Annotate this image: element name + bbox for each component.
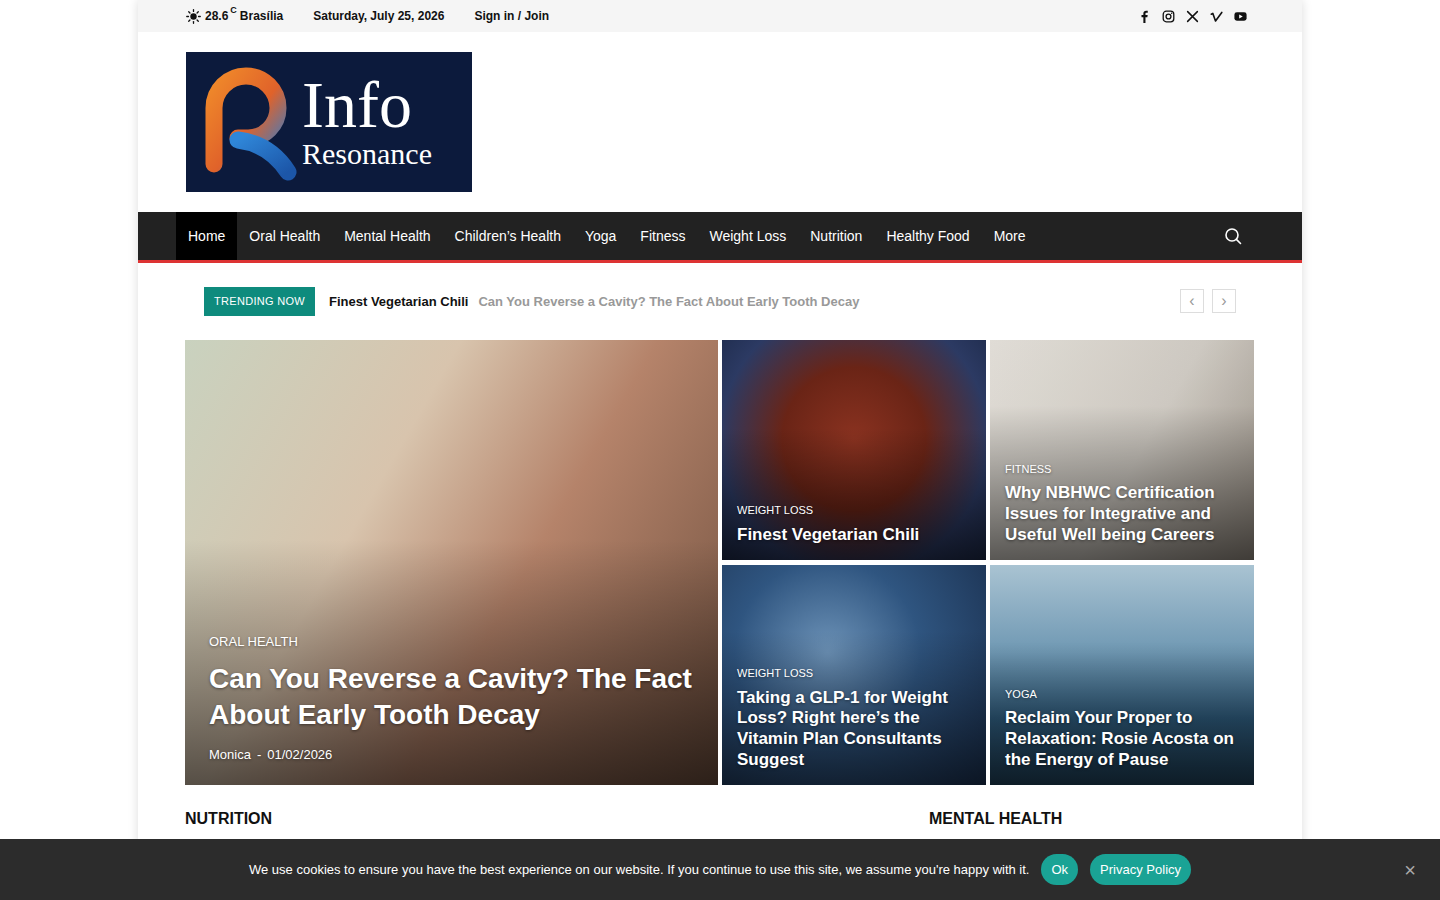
youtube-icon[interactable] xyxy=(1234,10,1247,23)
nav-item[interactable]: Fitness xyxy=(628,212,697,260)
prev-button[interactable]: ‹ xyxy=(1180,289,1204,313)
article-title[interactable]: Reclaim Your Proper to Relaxation: Rosie… xyxy=(1005,708,1239,770)
logo[interactable]: Info Resonance xyxy=(186,52,472,192)
nav-item[interactable]: Children’s Health xyxy=(443,212,573,260)
nav-item[interactable]: Healthy Food xyxy=(874,212,981,260)
date: 01/02/2026 xyxy=(267,745,332,765)
article-card[interactable]: WEIGHT LOSS Finest Vegetarian Chili xyxy=(722,340,986,560)
article-meta: Monica-01/02/2026 xyxy=(209,745,694,765)
article-body: WEIGHT LOSS Taking a GLP-1 for Weight Los… xyxy=(722,665,986,784)
facebook-icon[interactable] xyxy=(1138,10,1151,23)
section-heading: MENTAL HEALTH xyxy=(929,807,1255,831)
article-title[interactable]: Can You Reverse a Cavity? The Fact About… xyxy=(209,661,694,733)
nav-item[interactable]: More xyxy=(982,212,1038,260)
top-bar: 28.6 C Brasília Saturday, July 25, 2026 … xyxy=(138,0,1302,32)
logo-mark-icon xyxy=(192,60,302,184)
section-heading: NUTRITION xyxy=(185,807,929,831)
featured-grid: ORAL HEALTH Can You Reverse a Cavity? The… xyxy=(185,340,1302,785)
vimeo-icon[interactable] xyxy=(1210,10,1223,23)
category-label[interactable]: FITNESS xyxy=(1005,461,1239,478)
ok-button[interactable]: Ok xyxy=(1041,854,1078,886)
search-icon[interactable] xyxy=(1224,227,1242,245)
date: Saturday, July 25, 2026 xyxy=(313,7,444,25)
nav-item[interactable]: Mental Health xyxy=(332,212,442,260)
author[interactable]: Monica xyxy=(209,745,251,765)
article-body: YOGA Reclaim Your Proper to Relaxation: R… xyxy=(990,686,1254,785)
sign-in-link[interactable]: Sign in / Join xyxy=(474,7,549,25)
article-card[interactable]: FITNESS Why NBHWC Certification Issues fo… xyxy=(990,340,1254,560)
weather: 28.6 C Brasília xyxy=(186,7,283,25)
article-card[interactable]: YOGA Reclaim Your Proper to Relaxation: R… xyxy=(990,565,1254,785)
category-label[interactable]: ORAL HEALTH xyxy=(209,632,694,652)
page: 28.6 C Brasília Saturday, July 25, 2026 … xyxy=(138,0,1302,900)
sun-icon xyxy=(186,9,201,24)
nav-item[interactable]: Yoga xyxy=(573,212,628,260)
category-label[interactable]: WEIGHT LOSS xyxy=(737,665,971,682)
article-title[interactable]: Why NBHWC Certification Issues for Integ… xyxy=(1005,483,1239,545)
city: Brasília xyxy=(240,7,283,25)
logo-subtitle: Resonance xyxy=(302,137,432,170)
cookie-text: We use cookies to ensure you have the be… xyxy=(249,860,1030,880)
article-title[interactable]: Finest Vegetarian Chili xyxy=(737,525,971,546)
article-card[interactable]: ORAL HEALTH Can You Reverse a Cavity? The… xyxy=(185,340,718,785)
header: Info Resonance xyxy=(138,32,1302,212)
privacy-button[interactable]: Privacy Policy xyxy=(1090,854,1191,886)
nav-item[interactable]: Home xyxy=(176,212,237,260)
article-title[interactable]: Taking a GLP-1 for Weight Loss? Right he… xyxy=(737,688,971,771)
temperature-unit: C xyxy=(230,4,237,18)
trending-item[interactable]: Can You Reverse a Cavity? The Fact About… xyxy=(478,292,859,312)
section-headings: NUTRITIONMENTAL HEALTH xyxy=(185,807,1255,831)
article-body: WEIGHT LOSS Finest Vegetarian Chili xyxy=(722,502,986,559)
main-nav: HomeOral HealthMental HealthChildren’s H… xyxy=(138,212,1302,263)
cookie-banner: We use cookies to ensure you have the be… xyxy=(0,839,1440,900)
trending-badge: TRENDING NOW xyxy=(204,287,315,316)
next-button[interactable]: › xyxy=(1212,289,1236,313)
separator: - xyxy=(257,745,261,765)
article-body: ORAL HEALTH Can You Reverse a Cavity? The… xyxy=(185,632,718,785)
social-links xyxy=(1138,10,1247,23)
nav-item[interactable]: Weight Loss xyxy=(697,212,798,260)
article-body: FITNESS Why NBHWC Certification Issues fo… xyxy=(990,461,1254,560)
trending-bar: TRENDING NOW Finest Vegetarian Chili Can … xyxy=(138,287,1302,316)
nav-item[interactable]: Oral Health xyxy=(237,212,332,260)
close-button[interactable]: × xyxy=(1398,859,1422,881)
category-label[interactable]: YOGA xyxy=(1005,686,1239,703)
category-label[interactable]: WEIGHT LOSS xyxy=(737,502,971,519)
x-icon[interactable] xyxy=(1186,10,1199,23)
article-card[interactable]: WEIGHT LOSS Taking a GLP-1 for Weight Los… xyxy=(722,565,986,785)
instagram-icon[interactable] xyxy=(1162,10,1175,23)
temperature: 28.6 xyxy=(205,7,228,25)
trending-item[interactable]: Finest Vegetarian Chili xyxy=(329,292,468,312)
logo-title: Info xyxy=(302,74,432,137)
nav-item[interactable]: Nutrition xyxy=(798,212,874,260)
